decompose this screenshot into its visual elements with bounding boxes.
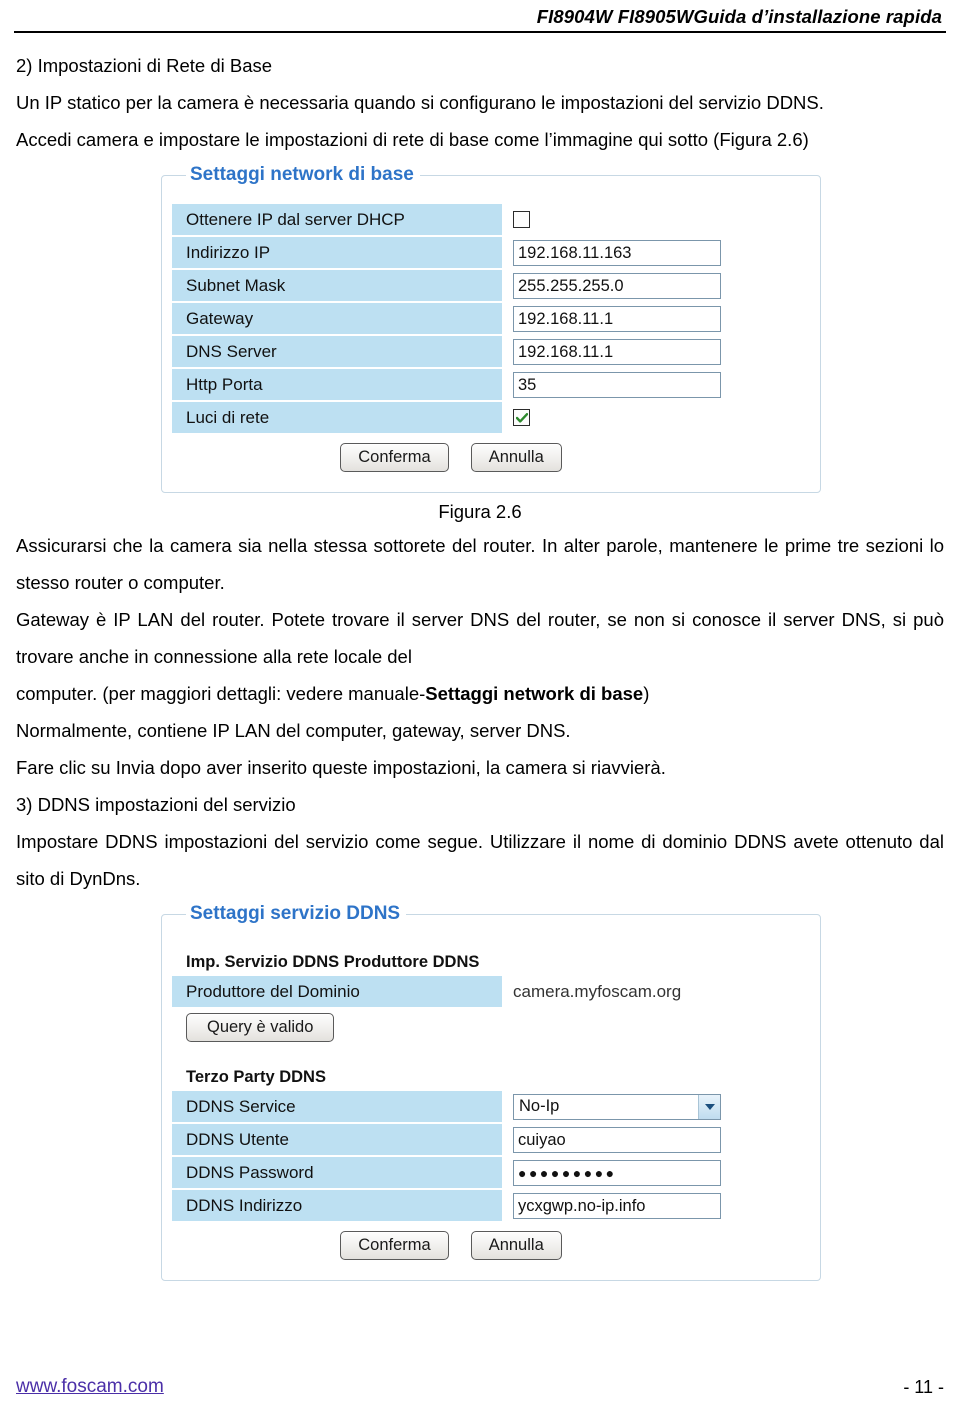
ddns-panel-buttons: Conferma Annulla bbox=[172, 1231, 810, 1260]
paragraph-static-ip: Un IP statico per la camera è necessaria… bbox=[16, 92, 824, 113]
ddns-manufacturer-heading: Imp. Servizio DDNS Produttore DDNS bbox=[186, 953, 480, 971]
label-ddns-password: DDNS Password bbox=[172, 1157, 502, 1188]
value-domain-manufacturer: camera.myfoscam.org bbox=[502, 976, 810, 1007]
paragraph-access-camera: Accedi camera e impostare le impostazion… bbox=[16, 129, 809, 150]
row-domain-manufacturer: Produttore del Dominio camera.myfoscam.o… bbox=[172, 976, 810, 1007]
label-dns-server: DNS Server bbox=[172, 336, 502, 367]
page-content: 2) Impostazioni di Rete di Base Un IP st… bbox=[0, 33, 960, 1281]
label-ddns-service: DDNS Service bbox=[172, 1091, 502, 1122]
figure-network-settings: Settaggi network di base Ottenere IP dal… bbox=[16, 164, 944, 493]
row-http-port: Http Porta bbox=[172, 369, 810, 400]
network-lights-checkbox[interactable] bbox=[513, 409, 530, 426]
network-panel-buttons: Conferma Annulla bbox=[172, 443, 810, 472]
manual-ref-pre: computer. (per maggiori dettagli: vedere… bbox=[16, 683, 426, 704]
row-ddns-service: DDNS Service No-Ip bbox=[172, 1091, 810, 1122]
query-valid-button[interactable]: Query è valido bbox=[186, 1013, 335, 1042]
http-port-input[interactable] bbox=[513, 371, 721, 398]
footer-website-link[interactable]: www.foscam.com bbox=[16, 1376, 164, 1398]
ddns-panel-spacer bbox=[172, 1260, 810, 1270]
value-ddns-service: No-Ip bbox=[502, 1091, 810, 1122]
label-network-lights: Luci di rete bbox=[172, 402, 502, 433]
row-subnet-mask: Subnet Mask bbox=[172, 270, 810, 301]
page-header: FI8904W FI8905WGuida d’installazione rap… bbox=[0, 0, 960, 28]
row-ddns-user: DDNS Utente bbox=[172, 1124, 810, 1155]
section-3-heading: 3) DDNS impostazioni del servizio bbox=[16, 794, 296, 815]
label-ddns-user: DDNS Utente bbox=[172, 1124, 502, 1155]
paragraph-click-send: Fare clic su Invia dopo aver inserito qu… bbox=[16, 757, 666, 778]
ddns-settings-panel: Settaggi servizio DDNS Imp. Servizio DDN… bbox=[161, 903, 821, 1281]
chevron-down-icon[interactable] bbox=[698, 1094, 720, 1119]
ddns-password-input[interactable] bbox=[513, 1159, 721, 1186]
paragraph-manual-ref: computer. (per maggiori dettagli: vedere… bbox=[16, 675, 944, 712]
value-network-lights bbox=[502, 402, 810, 433]
label-ip-address: Indirizzo IP bbox=[172, 237, 502, 268]
ddns-panel-body: Imp. Servizio DDNS Produttore DDNS Produ… bbox=[172, 929, 810, 1270]
label-subnet-mask: Subnet Mask bbox=[172, 270, 502, 301]
dns-server-input[interactable] bbox=[513, 338, 721, 365]
domain-manufacturer-text: camera.myfoscam.org bbox=[513, 981, 682, 1001]
gateway-input[interactable] bbox=[513, 305, 721, 332]
network-confirm-button[interactable]: Conferma bbox=[340, 443, 449, 472]
paragraph-ddns-intro: Impostare DDNS impostazioni del servizio… bbox=[16, 831, 944, 889]
figure-ddns-settings: Settaggi servizio DDNS Imp. Servizio DDN… bbox=[16, 903, 944, 1281]
manual-ref-bold: Settaggi network di base bbox=[425, 683, 644, 704]
ddns-service-select[interactable]: No-Ip bbox=[513, 1093, 721, 1120]
subnet-mask-input[interactable] bbox=[513, 272, 721, 299]
value-ddns-address bbox=[502, 1190, 810, 1221]
network-panel-rows: Ottenere IP dal server DHCP Indirizzo IP… bbox=[172, 190, 810, 482]
paragraph-normally-contains: Normalmente, contiene IP LAN del compute… bbox=[16, 720, 571, 741]
row-ip-address: Indirizzo IP bbox=[172, 237, 810, 268]
value-http-port bbox=[502, 369, 810, 400]
document-header-title: FI8904W FI8905WGuida d’installazione rap… bbox=[536, 6, 942, 27]
row-dhcp: Ottenere IP dal server DHCP bbox=[172, 204, 810, 235]
row-network-lights: Luci di rete bbox=[172, 402, 810, 433]
figure-caption-2-6: Figura 2.6 bbox=[438, 501, 522, 522]
ip-address-input[interactable] bbox=[513, 239, 721, 266]
label-domain-manufacturer: Produttore del Dominio bbox=[172, 976, 502, 1007]
paragraph-gateway-note: Gateway è IP LAN del router. Potete trov… bbox=[16, 609, 944, 667]
checkmark-icon bbox=[515, 412, 528, 423]
ddns-service-selected-value: No-Ip bbox=[519, 1097, 560, 1115]
section-2-heading: 2) Impostazioni di Rete di Base bbox=[16, 55, 273, 76]
value-gateway bbox=[502, 303, 810, 334]
third-party-ddns-heading: Terzo Party DDNS bbox=[186, 1068, 326, 1086]
value-subnet-mask bbox=[502, 270, 810, 301]
label-ddns-address: DDNS Indirizzo bbox=[172, 1190, 502, 1221]
value-dhcp bbox=[502, 204, 810, 235]
label-gateway: Gateway bbox=[172, 303, 502, 334]
footer-page-number: - 11 - bbox=[903, 1377, 944, 1397]
row-gateway: Gateway bbox=[172, 303, 810, 334]
network-panel-spacer bbox=[172, 472, 810, 482]
label-dhcp: Ottenere IP dal server DHCP bbox=[172, 204, 502, 235]
network-settings-panel: Settaggi network di base Ottenere IP dal… bbox=[161, 164, 821, 493]
ddns-address-input[interactable] bbox=[513, 1192, 721, 1219]
dhcp-checkbox[interactable] bbox=[513, 211, 530, 228]
ddns-cancel-button[interactable]: Annulla bbox=[470, 1231, 562, 1260]
network-panel-legend: Settaggi network di base bbox=[190, 164, 414, 185]
ddns-confirm-button[interactable]: Conferma bbox=[340, 1231, 449, 1260]
value-ip-address bbox=[502, 237, 810, 268]
network-cancel-button[interactable]: Annulla bbox=[470, 443, 562, 472]
value-dns-server bbox=[502, 336, 810, 367]
row-dns-server: DNS Server bbox=[172, 336, 810, 367]
label-http-port: Http Porta bbox=[172, 369, 502, 400]
ddns-panel-legend: Settaggi servizio DDNS bbox=[190, 903, 401, 924]
page-footer: www.foscam.com - 11 - bbox=[0, 1376, 960, 1398]
ddns-user-input[interactable] bbox=[513, 1126, 721, 1153]
row-ddns-password: DDNS Password bbox=[172, 1157, 810, 1188]
row-ddns-address: DDNS Indirizzo bbox=[172, 1190, 810, 1221]
paragraph-subnet-note: Assicurarsi che la camera sia nella stes… bbox=[16, 535, 944, 593]
manual-ref-post: ) bbox=[643, 683, 650, 704]
value-ddns-password bbox=[502, 1157, 810, 1188]
value-ddns-user bbox=[502, 1124, 810, 1155]
